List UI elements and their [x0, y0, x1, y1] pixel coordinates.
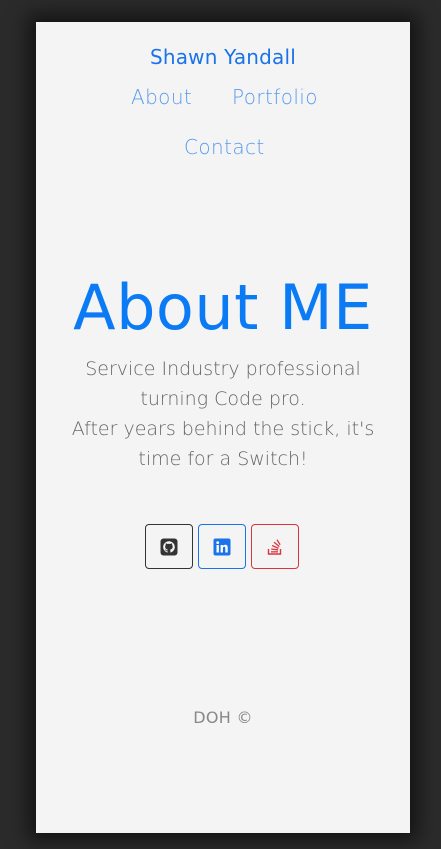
nav-about[interactable]: About [131, 85, 192, 109]
hero-description: Service Industry professional turning Co… [36, 354, 410, 474]
social-links [145, 524, 299, 569]
nav-contact[interactable]: Contact [184, 135, 265, 159]
github-icon [160, 538, 178, 555]
footer-text: DOH © [193, 708, 253, 727]
linkedin-icon [213, 538, 231, 555]
stack-overflow-icon [267, 538, 282, 555]
hero-line-3: After years behind the stick, it's [71, 418, 375, 440]
page-card: Shawn Yandall About Portfolio Contact Ab… [36, 22, 410, 833]
stack-overflow-button[interactable] [251, 524, 299, 569]
linkedin-button[interactable] [198, 524, 246, 569]
hero-line-1: Service Industry professional [85, 358, 361, 380]
hero-line-4: time for a Switch! [138, 448, 308, 470]
hero-line-2: turning Code pro. [140, 388, 306, 410]
nav-portfolio[interactable]: Portfolio [232, 85, 318, 109]
github-button[interactable] [145, 524, 193, 569]
brand-link[interactable]: Shawn Yandall [36, 45, 410, 69]
hero-title: About ME [73, 271, 373, 344]
